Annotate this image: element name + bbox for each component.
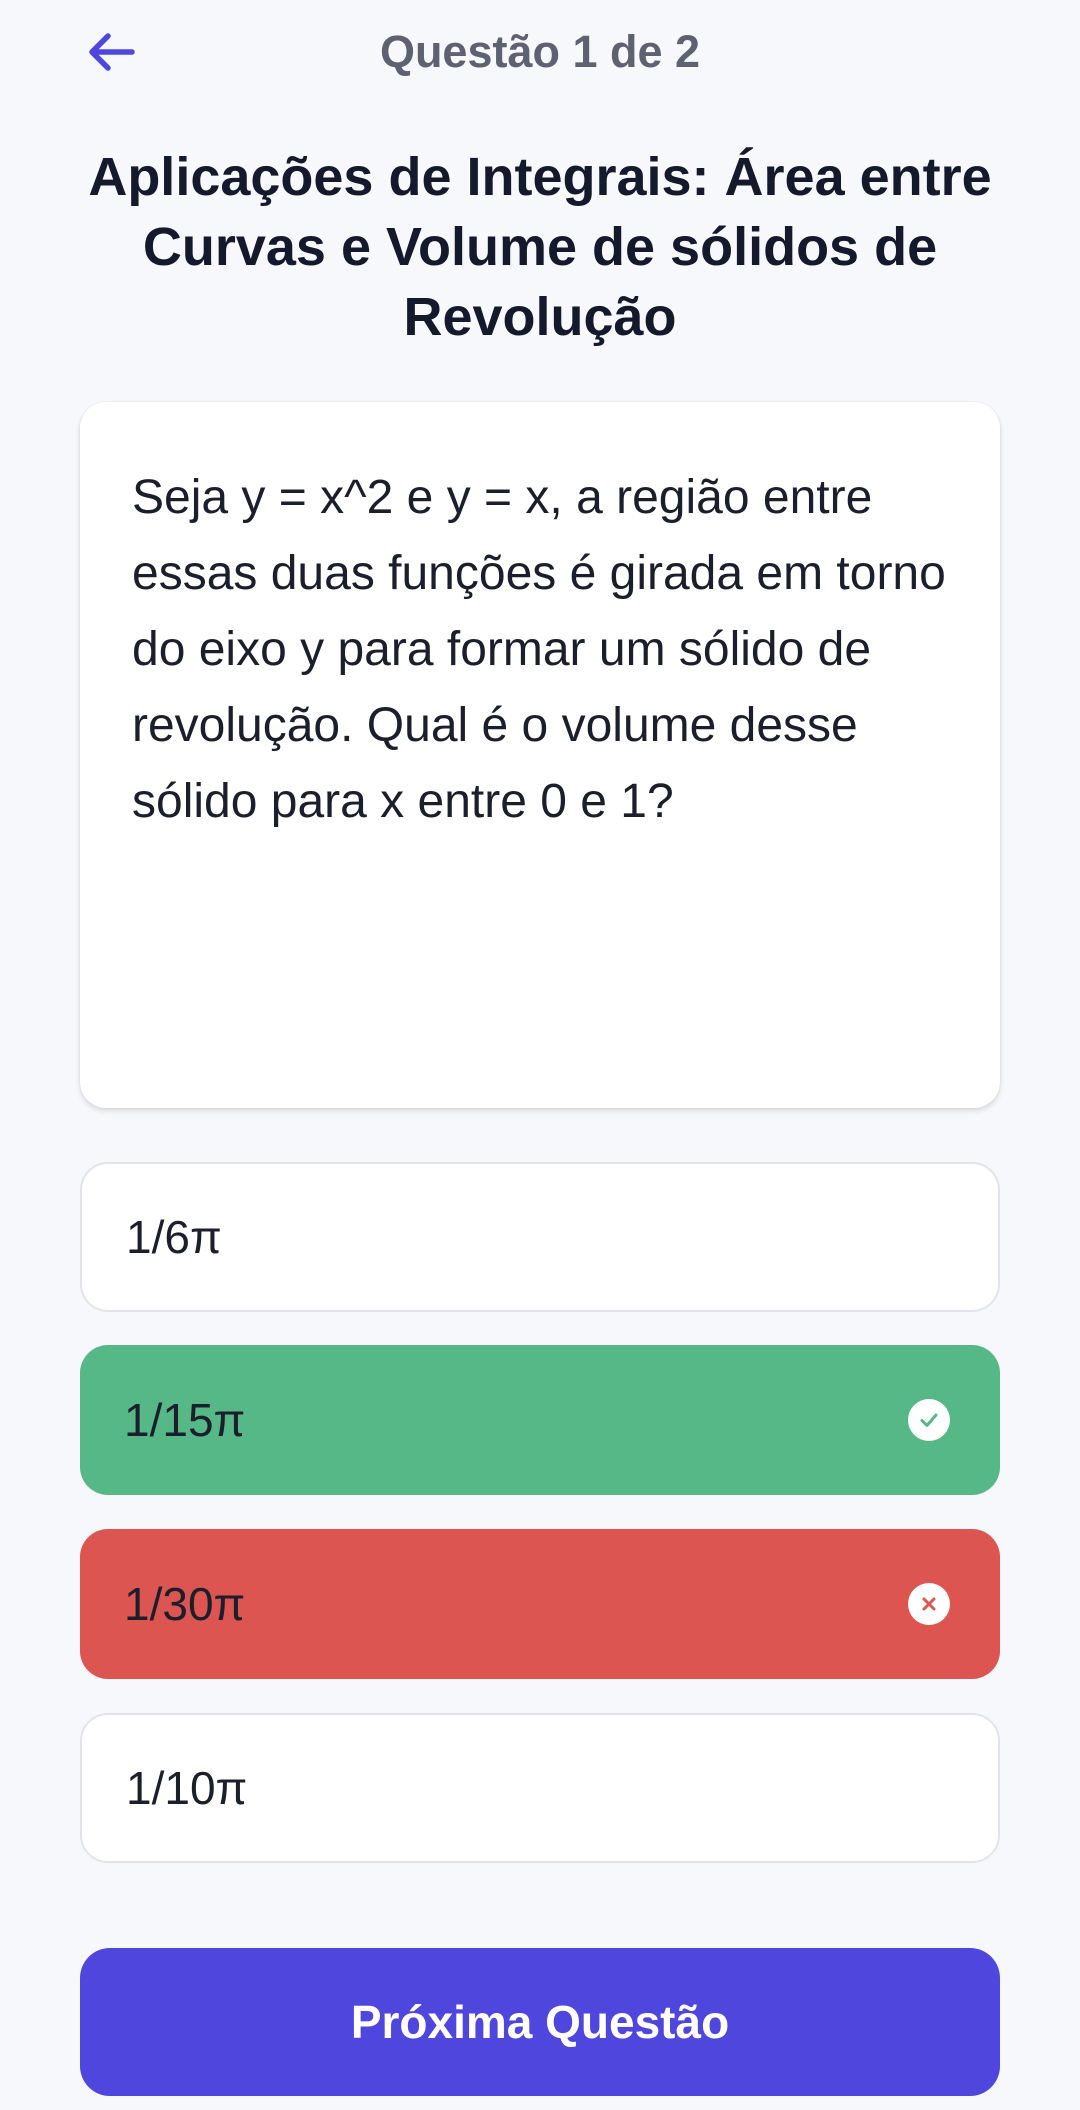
answer-option-3[interactable]: 1/30π xyxy=(80,1529,1000,1679)
answer-option-label: 1/15π xyxy=(124,1394,246,1446)
top-bar: Questão 1 de 2 xyxy=(0,0,1080,110)
answer-option-4[interactable]: 1/10π xyxy=(80,1713,1000,1863)
next-question-label: Próxima Questão xyxy=(350,1996,730,2048)
question-card: Seja y = x^2 e y = x, a região entre ess… xyxy=(80,402,1000,1108)
question-progress: Questão 1 de 2 xyxy=(379,26,701,77)
question-text: Seja y = x^2 e y = x, a região entre ess… xyxy=(132,471,946,828)
page-title: Aplicações de Integrais: Área entre Curv… xyxy=(88,147,992,347)
answer-option-label: 1/6π xyxy=(126,1211,222,1263)
answer-option-1[interactable]: 1/6π xyxy=(80,1162,1000,1312)
check-icon xyxy=(908,1399,950,1441)
answer-option-2[interactable]: 1/15π xyxy=(80,1345,1000,1495)
next-question-button[interactable]: Próxima Questão xyxy=(80,1948,1000,2096)
answer-option-label: 1/10π xyxy=(126,1762,248,1814)
close-icon xyxy=(908,1583,950,1625)
answer-option-label: 1/30π xyxy=(124,1578,246,1630)
